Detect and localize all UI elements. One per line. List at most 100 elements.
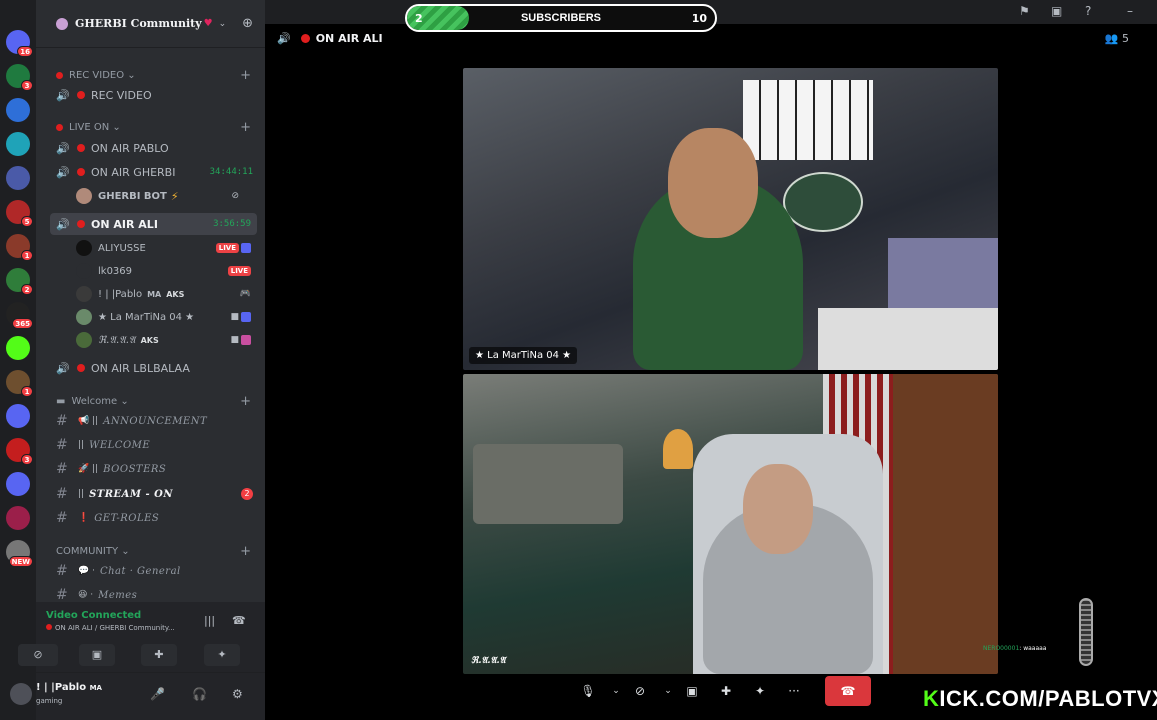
server-icon-server-12[interactable] bbox=[6, 404, 30, 428]
wall-logo-image bbox=[783, 172, 863, 232]
category-community[interactable]: COMMUNITY ⌄ + bbox=[36, 540, 265, 562]
server-header[interactable]: GHERBI Community ♥ ⌄ ⊕ bbox=[36, 0, 265, 48]
add-channel-icon[interactable]: + bbox=[240, 120, 251, 135]
server-icon-server-3[interactable] bbox=[6, 98, 30, 122]
speaker-live-icon: 🔊 bbox=[56, 217, 70, 231]
text-channel-stream-on[interactable]: # || STREAM - ON 2 bbox=[36, 483, 265, 505]
chevron-down-icon[interactable]: ⌄ bbox=[611, 686, 621, 696]
heart-icon: ♥ bbox=[203, 18, 213, 29]
minimize-icon[interactable]: – bbox=[1127, 4, 1133, 18]
voice-member-pablo[interactable]: ! | |Pablo MA AKS 🎮 bbox=[36, 283, 265, 305]
microphone-button[interactable]: 🎙 bbox=[577, 684, 599, 698]
call-timer: 34:44:11 bbox=[209, 167, 253, 177]
voice-member-lamartina[interactable]: ★ La MarTiNa 04 ★ ■ bbox=[36, 306, 265, 328]
category-live-on[interactable]: LIVE ON ⌄ + bbox=[36, 116, 265, 138]
server-icon-server-5[interactable] bbox=[6, 166, 30, 190]
red-dot-icon bbox=[77, 168, 85, 176]
member-name: lk0369 bbox=[98, 265, 133, 277]
hash-icon: # bbox=[56, 486, 68, 502]
category-rec-video[interactable]: REC VIDEO ⌄ + bbox=[36, 64, 265, 86]
channel-label: WELCOME bbox=[89, 439, 151, 451]
text-channel-get-roles[interactable]: # ❗ GET-ROLES bbox=[36, 507, 265, 529]
server-icon-server-9[interactable]: 365 bbox=[6, 302, 33, 329]
server-icon-server-14[interactable] bbox=[6, 472, 30, 496]
server-icon-server-10[interactable] bbox=[6, 336, 30, 360]
server-icon-server-13[interactable]: 3 bbox=[6, 438, 33, 465]
voice-status-title[interactable]: Video Connected bbox=[46, 610, 141, 621]
add-channel-icon[interactable]: + bbox=[240, 68, 251, 83]
soundboard-button[interactable]: ✦ bbox=[204, 644, 240, 666]
voice-channel-on-air-lblbalaa[interactable]: 🔊 ON AIR LBLBALAA bbox=[36, 357, 265, 379]
chevron-down-icon[interactable]: ⌄ bbox=[219, 19, 227, 29]
voice-status-subtitle[interactable]: ON AIR ALI / GHERBI Community... bbox=[46, 624, 175, 632]
screen-share-button[interactable]: ▣ bbox=[681, 684, 703, 698]
category-label: COMMUNITY bbox=[56, 545, 119, 557]
camera-icon: ■ bbox=[230, 312, 239, 322]
activities-button[interactable]: ✚ bbox=[715, 684, 737, 698]
speaker-icon: 🔊 bbox=[56, 361, 70, 375]
add-channel-icon[interactable]: + bbox=[240, 394, 251, 409]
server-icon-server-16[interactable]: NEW bbox=[6, 540, 33, 567]
disconnect-icon[interactable]: ☎ bbox=[232, 614, 246, 627]
video-tile-naaa[interactable]: ℜ.𝔄.𝔄.𝔄 bbox=[463, 374, 998, 674]
add-channel-icon[interactable]: + bbox=[240, 544, 251, 559]
server-rail: 16 3 5 1 2 365 1 3 NEW bbox=[0, 0, 36, 720]
voice-member-aliyusse[interactable]: ALIYUSSE LIVE bbox=[36, 237, 265, 259]
hang-up-button[interactable]: ☎ bbox=[825, 676, 871, 706]
inbox-icon[interactable]: ▣ bbox=[1051, 4, 1062, 18]
voice-member-lk0369[interactable]: lk0369 LIVE bbox=[36, 260, 265, 282]
text-channel-announcement[interactable]: # 📢 || ANNOUNCEMENT bbox=[36, 410, 265, 432]
voice-channel-on-air-pablo[interactable]: 🔊 ON AIR PABLO bbox=[36, 137, 265, 159]
red-dot-icon bbox=[56, 71, 63, 79]
invite-icon[interactable]: ⊕ bbox=[242, 16, 253, 31]
headphones-icon[interactable]: 🎧 bbox=[192, 687, 207, 701]
more-options-button[interactable]: ··· bbox=[783, 684, 805, 698]
server-icon-server-15[interactable] bbox=[6, 506, 30, 530]
notification-badge: 1 bbox=[21, 250, 33, 261]
soundboard-button[interactable]: ✦ bbox=[749, 684, 771, 698]
gear-icon[interactable]: ⚙ bbox=[232, 687, 243, 701]
member-count[interactable]: 👥 5 bbox=[1105, 32, 1129, 45]
server-icon-server-8[interactable]: 2 bbox=[6, 268, 33, 295]
voice-channel-on-air-gherbi[interactable]: 🔊 ON AIR GHERBI 34:44:11 bbox=[36, 161, 265, 183]
server-icon-server-4[interactable] bbox=[6, 132, 30, 156]
member-tag: MA bbox=[147, 289, 162, 299]
avatar[interactable] bbox=[10, 683, 32, 705]
voice-member-naaa[interactable]: ℜ.𝔄.𝔄.𝔄 AKS ■ bbox=[36, 329, 265, 351]
voice-channel-on-air-ali[interactable]: 🔊 ON AIR ALI 3:56:59 bbox=[50, 213, 257, 235]
user-name[interactable]: ! | |Pablo MA bbox=[36, 682, 102, 693]
speaker-icon: 🔊 bbox=[277, 32, 291, 45]
text-channel-chat-general[interactable]: # 💬 · Chat · General bbox=[36, 560, 265, 582]
channel-label: Chat · General bbox=[99, 565, 181, 577]
member-name: ℜ.𝔄.𝔄.𝔄 bbox=[98, 334, 136, 346]
category-welcome[interactable]: ▬ Welcome ⌄ + bbox=[36, 390, 265, 412]
help-icon[interactable]: ? bbox=[1085, 4, 1091, 18]
member-badge: AKS bbox=[140, 335, 159, 345]
voice-member-gherbi-bot[interactable]: GHERBI BOT ⚡ ⊘ bbox=[36, 185, 265, 207]
speaker-icon: 🔊 bbox=[56, 141, 70, 155]
chevron-down-icon[interactable]: ⌄ bbox=[663, 686, 673, 696]
noise-suppression-icon[interactable]: ||| bbox=[204, 614, 215, 627]
user-status: gaming bbox=[36, 697, 63, 705]
server-icon-server-2[interactable]: 3 bbox=[6, 64, 33, 91]
text-channel-boosters[interactable]: # 🚀 || BOOSTERS bbox=[36, 458, 265, 480]
camera-off-button[interactable]: ⊘ bbox=[18, 644, 58, 666]
camera-off-button[interactable]: ⊘ bbox=[629, 684, 651, 698]
activities-button[interactable]: ✚ bbox=[141, 644, 177, 666]
server-icon-server-11[interactable]: 1 bbox=[6, 370, 33, 397]
lightning-icon: ⚡ bbox=[170, 189, 179, 203]
screen-share-button[interactable]: ▣ bbox=[79, 644, 115, 666]
activity-icon bbox=[241, 335, 251, 345]
flag-icon[interactable]: ⚑ bbox=[1019, 4, 1030, 18]
kick-watermark: KICK.COM/PABLOTVX bbox=[923, 686, 1157, 712]
server-icon-server-6[interactable]: 5 bbox=[6, 200, 33, 227]
video-tile-lamartina[interactable]: ★ La MarTiNa 04 ★ bbox=[463, 68, 998, 370]
text-channel-welcome[interactable]: # || WELCOME bbox=[36, 434, 265, 456]
channel-label: Memes bbox=[98, 589, 138, 601]
video-name-tag: ℜ.𝔄.𝔄.𝔄 bbox=[471, 656, 506, 666]
server-icon-server-7[interactable]: 1 bbox=[6, 234, 33, 261]
microphone-icon[interactable]: 🎤 bbox=[150, 687, 165, 701]
hash-icon: # bbox=[56, 563, 68, 579]
voice-channel-rec-video[interactable]: 🔊 REC VIDEO bbox=[36, 84, 265, 106]
server-icon-discord-home[interactable]: 16 bbox=[6, 30, 33, 57]
